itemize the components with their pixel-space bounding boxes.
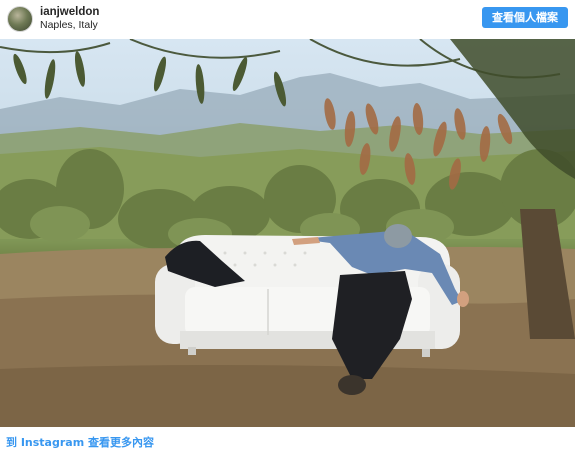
username[interactable]: ianjweldon <box>40 6 99 19</box>
view-more-on-instagram-link[interactable]: 到 Instagram 查看更多內容 <box>6 436 154 449</box>
post-photo[interactable] <box>0 39 575 427</box>
post-header: ianjweldon Naples, Italy 查看個人檔案 <box>0 0 575 38</box>
view-profile-button[interactable]: 查看個人檔案 <box>482 7 568 28</box>
profile-avatar[interactable] <box>7 6 33 32</box>
photo-illustration <box>0 39 575 427</box>
location[interactable]: Naples, Italy <box>40 19 98 31</box>
instagram-embed-card: ianjweldon Naples, Italy 查看個人檔案 到 Instag… <box>0 0 575 454</box>
